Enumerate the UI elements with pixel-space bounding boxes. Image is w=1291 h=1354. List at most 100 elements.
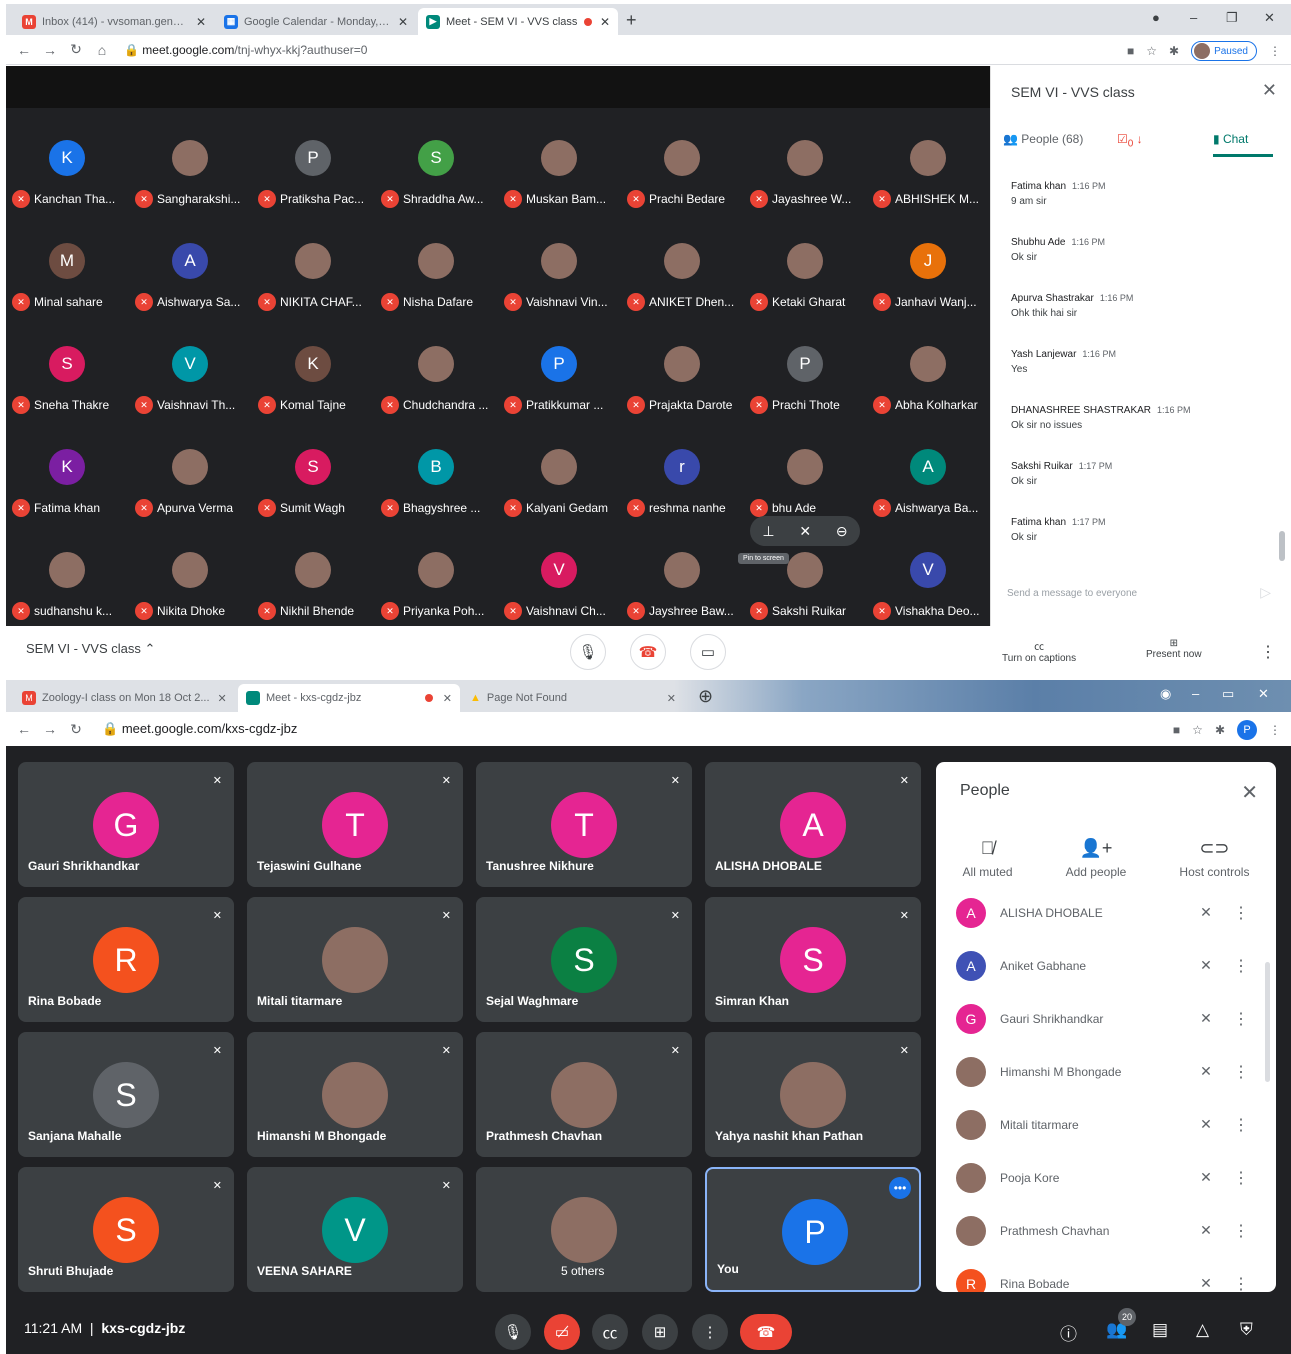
mic-off-icon[interactable]: ✕ (1186, 1222, 1226, 1239)
url-field[interactable]: 🔒 meet.google.com/tnj-whyx-kkj?authuser=… (124, 43, 367, 57)
participant-tile[interactable]: K ✕ Komal Tajne (252, 334, 375, 434)
participant-tile[interactable]: P ✕ Prachi Thote (744, 334, 867, 434)
star-icon[interactable]: ☆ (1146, 44, 1157, 58)
participant-tile[interactable]: ✕ Prachi Bedare (621, 128, 744, 228)
camera-button[interactable]: ▭ (690, 634, 726, 670)
more-options-icon[interactable]: ⋮ (1226, 1221, 1256, 1241)
participant-tile[interactable]: P ✕ Pratikkumar ... (498, 334, 621, 434)
tab-page-not-found[interactable]: ▲ Page Not Found ✕ (462, 684, 684, 712)
minimize-button[interactable]: – (1190, 10, 1197, 25)
more-options-icon[interactable]: ⋮ (1226, 1274, 1256, 1293)
tab-meet[interactable]: ▶ Meet - SEM VI - VVS class ✕ (418, 8, 618, 35)
participant-tile[interactable]: S ✕ Sumit Wagh (252, 437, 375, 537)
tab-tasks[interactable]: ☑0 ↓ (1117, 132, 1143, 149)
participant-tile[interactable]: ✕ Prajakta Darote (621, 334, 744, 434)
menu-icon[interactable]: ⋮ (1269, 44, 1281, 58)
close-window-button[interactable]: ✕ (1258, 686, 1269, 702)
participant-tile[interactable]: ✕ Jayashree W... (744, 128, 867, 228)
extensions-icon[interactable]: ✱ (1215, 723, 1225, 737)
profile-icon[interactable]: ◉ (1160, 686, 1171, 702)
profile-avatar[interactable]: P (1237, 720, 1257, 740)
participant-tile[interactable]: ✕ Priyanka Poh... (375, 540, 498, 640)
participant-tile[interactable]: ✕ Chudchandra ... (375, 334, 498, 434)
mic-off-icon[interactable]: ✕ (1186, 957, 1226, 974)
captions-button[interactable]: ㏄ (592, 1314, 628, 1350)
participant-tile[interactable]: P ✕ Pratiksha Pac... (252, 128, 375, 228)
activities-icon[interactable]: △ (1196, 1320, 1209, 1340)
mic-button[interactable]: 🎙 (570, 634, 606, 670)
participant-tile[interactable]: Yahya nashit khan Pathan ✕ (705, 1032, 921, 1157)
close-icon[interactable]: ✕ (667, 692, 676, 705)
tab-people[interactable]: 👥 People (68) (1003, 132, 1083, 146)
mic-off-icon[interactable]: ✕ (1186, 1275, 1226, 1292)
participant-tile[interactable]: ✕ Abha Kolharkar (867, 334, 990, 434)
more-options-icon[interactable]: ⋮ (1226, 903, 1256, 923)
new-tab-button[interactable]: ⊕ (698, 686, 713, 707)
participant-tile[interactable]: M ✕ Minal sahare (6, 231, 129, 331)
participant-tile[interactable]: 5 others (476, 1167, 692, 1292)
host-controls-button[interactable]: ⊂⊃ Host controls (1179, 838, 1249, 879)
reload-icon[interactable]: ↻ (68, 41, 84, 58)
menu-icon[interactable]: ⋮ (1269, 723, 1281, 737)
more-options-icon[interactable]: ⋮ (1226, 1115, 1256, 1135)
more-options-icon[interactable]: ••• (889, 1177, 911, 1199)
profile-icon[interactable]: ● (1152, 10, 1160, 25)
more-options-icon[interactable]: ⋮ (1226, 1168, 1256, 1188)
participant-tile[interactable]: ✕ Nisha Dafare (375, 231, 498, 331)
maximize-button[interactable]: ▭ (1222, 686, 1234, 702)
participant-tile[interactable]: ✕ Nikita Dhoke (129, 540, 252, 640)
mic-off-icon[interactable]: ✕ (1186, 1169, 1226, 1186)
camera-icon[interactable]: ■ (1127, 44, 1134, 58)
list-item[interactable]: Prathmesh Chavhan ✕ ⋮ (956, 1204, 1256, 1257)
add-people-button[interactable]: 👤+ Add people (1066, 838, 1127, 879)
close-icon[interactable]: ✕ (398, 15, 408, 29)
participant-tile[interactable]: ✕ ABHISHEK M... (867, 128, 990, 228)
extensions-icon[interactable]: ✱ (1169, 44, 1179, 58)
reload-icon[interactable]: ↻ (68, 721, 84, 738)
participant-tile[interactable]: ✕ sudhanshu k... (6, 540, 129, 640)
present-button[interactable]: ⊞ Present now (1146, 638, 1202, 660)
more-options-icon[interactable]: ⋮ (1226, 1009, 1256, 1029)
home-icon[interactable]: ⌂ (94, 42, 110, 58)
participant-tile[interactable]: ✕ Vaishnavi Vin... (498, 231, 621, 331)
forward-icon[interactable]: → (42, 42, 58, 58)
participant-tile[interactable]: R Rina Bobade ✕ (18, 897, 234, 1022)
list-item[interactable]: G Gauri Shrikhandkar ✕ ⋮ (956, 992, 1256, 1045)
url-field[interactable]: 🔒 meet.google.com/kxs-cgdz-jbz (102, 721, 297, 737)
participant-tile[interactable]: S ✕ Shraddha Aw... (375, 128, 498, 228)
participant-tile[interactable]: S Sanjana Mahalle ✕ (18, 1032, 234, 1157)
chat-icon[interactable]: ▤ (1152, 1320, 1168, 1340)
participant-tile[interactable]: ✕ Nikhil Bhende (252, 540, 375, 640)
participant-tile[interactable]: B ✕ Bhagyshree ... (375, 437, 498, 537)
participant-tile[interactable]: T Tanushree Nikhure ✕ (476, 762, 692, 887)
list-item[interactable]: R Rina Bobade ✕ ⋮ (956, 1257, 1256, 1292)
participant-tile[interactable]: V ✕ Vishakha Deo... (867, 540, 990, 640)
participant-tile[interactable]: K ✕ Fatima khan (6, 437, 129, 537)
more-options-button[interactable]: ⋮ (692, 1314, 728, 1350)
participant-tile[interactable]: ✕ ANIKET Dhen... (621, 231, 744, 331)
meeting-details-button[interactable]: SEM VI - VVS class ⌃ (26, 641, 155, 657)
minimize-button[interactable]: – (1192, 686, 1199, 701)
list-item[interactable]: Himanshi M Bhongade ✕ ⋮ (956, 1045, 1256, 1098)
participant-tile[interactable]: K ✕ Kanchan Tha... (6, 128, 129, 228)
close-icon[interactable]: ✕ (443, 692, 452, 705)
close-icon[interactable]: ✕ (1262, 80, 1277, 101)
more-options-icon[interactable]: ⋮ (1226, 956, 1256, 976)
participant-tile[interactable]: ✕ Jayshree Baw... (621, 540, 744, 640)
close-icon[interactable]: ✕ (218, 692, 227, 705)
camera-icon[interactable]: ■ (1173, 723, 1180, 737)
mic-off-icon[interactable]: ✕ (799, 523, 811, 540)
list-item[interactable]: A ALISHA DHOBALE ✕ ⋮ (956, 886, 1256, 939)
participant-tile[interactable]: A ✕ Aishwarya Sa... (129, 231, 252, 331)
participant-tile[interactable]: J ✕ Janhavi Wanj... (867, 231, 990, 331)
info-icon[interactable]: ⓘ (1060, 1320, 1077, 1345)
tab-zoology[interactable]: M Zoology-I class on Mon 18 Oct 2... ✕ (14, 684, 236, 712)
participant-tile[interactable]: V ✕ Vaishnavi Ch... (498, 540, 621, 640)
participant-tile[interactable]: Mitali titarmare ✕ (247, 897, 463, 1022)
close-window-button[interactable]: ✕ (1264, 10, 1275, 26)
participant-tile[interactable]: S Shruti Bhujade ✕ (18, 1167, 234, 1292)
present-button[interactable]: ⊞ (642, 1314, 678, 1350)
back-icon[interactable]: ← (16, 721, 32, 737)
leave-call-button[interactable]: ☎ (630, 634, 666, 670)
send-icon[interactable]: ▷ (1260, 584, 1271, 601)
